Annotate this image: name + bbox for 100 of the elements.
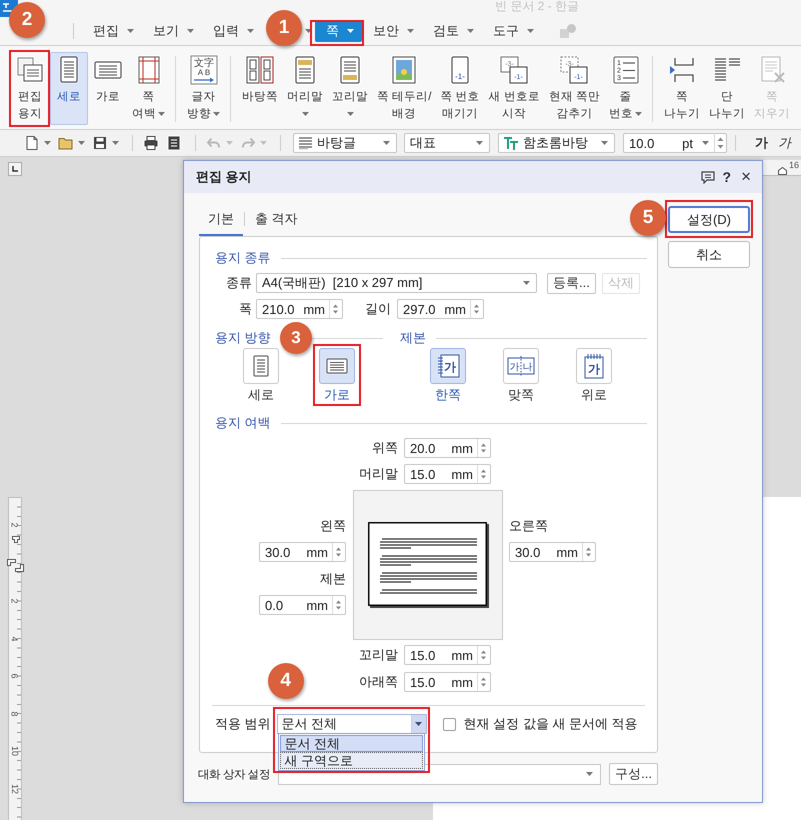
number-field[interactable]: 0.0 mm — [259, 595, 346, 615]
paper-size-dropdown[interactable]: A4(국배판) [210 x 297 mm] — [256, 273, 537, 293]
menu-item[interactable]: 편집 — [82, 20, 142, 42]
number-field[interactable]: 210.0 mm — [256, 299, 343, 319]
section-heading: 제본 — [400, 329, 426, 347]
dialog-button[interactable]: 취소 — [668, 241, 750, 268]
caret-icon — [383, 141, 390, 145]
dialog-button[interactable]: 설정(D) — [668, 206, 750, 233]
folder-icon — [58, 135, 74, 151]
number-field[interactable]: 15.0 mm — [404, 672, 491, 692]
menu-item[interactable]: 보안 — [362, 20, 422, 42]
field-label: 제본 — [320, 570, 346, 587]
ruler-number: 8 — [9, 711, 21, 716]
step-number-badge: 5 — [630, 200, 666, 236]
caret-icon — [601, 141, 608, 145]
text-direction-icon: 文字 A B — [188, 55, 218, 85]
field-label: 폭 — [238, 300, 253, 318]
ribbon-button[interactable]: 머리말 — [283, 52, 327, 125]
caret-icon — [415, 722, 422, 726]
caret-icon — [523, 281, 530, 285]
spin-buttons[interactable] — [714, 133, 726, 153]
caret-icon — [347, 29, 354, 33]
caret-icon — [527, 29, 534, 33]
menu-item[interactable]: 도구 — [482, 20, 542, 42]
tab-stop-icon[interactable] — [8, 162, 22, 176]
section-heading: 용지 여백 — [215, 414, 271, 432]
new-document-icon — [24, 135, 40, 151]
dropdown-option[interactable]: 새 구역으로 — [280, 752, 423, 769]
caret-icon — [127, 29, 134, 33]
number-field[interactable]: 30.0 mm — [259, 542, 346, 562]
caret-icon — [586, 772, 594, 776]
ribbon-button[interactable]: 쪽 여백 — [128, 52, 169, 125]
menu-item[interactable]: 입력 — [202, 20, 262, 42]
caret-icon — [187, 29, 194, 33]
number-field[interactable]: 297.0 mm — [397, 299, 484, 319]
ribbon-button[interactable]: 바탕쪽 — [238, 52, 282, 125]
italic-button[interactable]: 가 — [773, 134, 796, 152]
field-label: 적용 범위 — [215, 715, 271, 733]
option-label: 세로 — [248, 387, 274, 403]
number-field[interactable]: 15.0 mm — [404, 464, 491, 484]
step-number-badge: 3 — [280, 322, 312, 354]
ribbon-button[interactable]: 가로 — [89, 52, 127, 125]
close-button[interactable]: × — [741, 167, 751, 187]
field-label: 종류 — [225, 274, 253, 292]
ribbon-button[interactable]: 쪽 나누기 — [660, 52, 704, 125]
orientation-button[interactable] — [319, 348, 355, 384]
caret-icon — [305, 29, 312, 33]
indent-marker-icon[interactable] — [778, 167, 787, 175]
register-button[interactable]: 등록... — [547, 272, 596, 294]
option-label: 맞쪽 — [508, 387, 534, 403]
dropdown-option[interactable]: 문서 전체 — [280, 735, 423, 752]
paragraph-lines-icon — [299, 137, 312, 149]
menu-item[interactable]: 검토 — [422, 20, 482, 42]
checkbox[interactable] — [442, 718, 456, 730]
ruler-number: 4 — [9, 636, 21, 641]
field-label: 위쪽 — [372, 439, 398, 457]
ribbon-button[interactable]: 단 나누기 — [705, 52, 749, 125]
number-field[interactable]: 20.0 mm — [404, 438, 491, 458]
checkbox-label: 현재 설정 값을 새 문서에 적용 — [464, 715, 638, 733]
field-label: 오른쪽 — [509, 517, 548, 534]
ribbon-button[interactable]: 세로 — [50, 52, 88, 125]
orientation-button[interactable] — [243, 348, 279, 384]
step-number-badge: 4 — [268, 663, 304, 699]
dropdown-field[interactable]: 대표 — [404, 133, 490, 153]
dropdown-button[interactable] — [410, 715, 426, 733]
section-heading: 용지 방향 — [215, 329, 271, 347]
field-label: 머리말 — [359, 465, 398, 483]
section-heading: 용지 종류 — [215, 249, 271, 267]
apply-range-dropdown[interactable]: 문서 전체 — [276, 714, 427, 734]
ruler-number: 6 — [9, 674, 21, 678]
menu-item[interactable]: 쪽 — [315, 20, 362, 42]
field-label: 대화 상자 설정 — [198, 768, 270, 782]
style-dropdown[interactable]: 바탕글 — [293, 133, 397, 153]
bold-button[interactable]: 가 — [750, 134, 773, 152]
highlight-frame — [310, 20, 364, 46]
option-label: 위로 — [581, 387, 607, 403]
help-button[interactable]: ? — [722, 169, 732, 185]
ruler-number: 12 — [9, 784, 21, 794]
font-size-field[interactable]: 10.0 pt — [623, 133, 727, 153]
indent-marker-icon[interactable] — [7, 559, 16, 566]
field-label: 길이 — [365, 300, 391, 318]
ribbon-button[interactable]: -1- 쪽 번호 매기기 — [436, 52, 484, 125]
indent-marker-icon[interactable] — [15, 564, 24, 572]
ribbon-button[interactable]: 편집 용지 — [11, 52, 49, 125]
field-label: 아래쪽 — [359, 673, 398, 691]
field-label: 왼쪽 — [320, 517, 346, 534]
caret-icon — [407, 29, 414, 33]
configure-button[interactable]: 구성... — [609, 763, 658, 785]
number-field[interactable]: 15.0 mm — [404, 645, 491, 665]
tab[interactable]: 출 격자 — [246, 203, 307, 236]
ribbon-button[interactable]: 文字 A B 글자 방향 — [183, 52, 224, 125]
indent-marker-icon[interactable] — [12, 536, 20, 543]
speech-bubble-icon[interactable] — [700, 170, 714, 184]
number-field[interactable]: 30.0 mm — [509, 542, 596, 562]
caret-icon — [247, 29, 254, 33]
menu-item[interactable]: 보기 — [142, 20, 202, 42]
caret-icon — [702, 141, 709, 145]
font-dropdown[interactable]: 함초롬바탕 — [498, 133, 615, 153]
ribbon-button[interactable]: 쪽 테두리/ 배경 — [373, 52, 436, 125]
ribbon-button[interactable]: 꼬리말 — [328, 52, 372, 125]
